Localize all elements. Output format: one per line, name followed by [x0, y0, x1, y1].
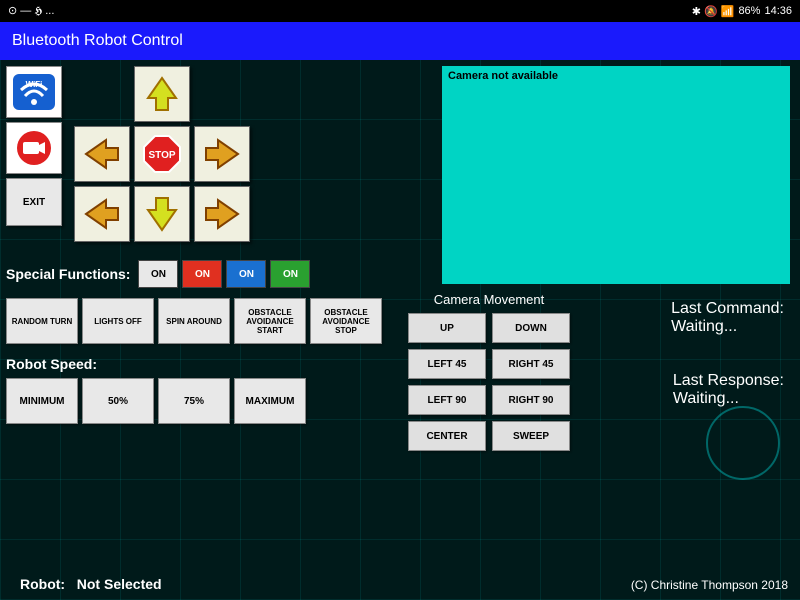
wifi-button[interactable]: WiFi: [6, 66, 62, 118]
record-button[interactable]: [6, 122, 62, 174]
curve-left-button[interactable]: [74, 186, 130, 242]
cam-center-button[interactable]: CENTER: [408, 421, 486, 451]
forward-button[interactable]: [134, 66, 190, 122]
status-bar: ⊙ — 𝕳 ... ✱ 🔕 📶 86% 14:36: [0, 0, 800, 22]
lights-off-button[interactable]: LIGHTS OFF: [82, 298, 154, 344]
copyright: (C) Christine Thompson 2018: [631, 578, 788, 592]
stop-button[interactable]: STOP: [134, 126, 190, 182]
svg-text:STOP: STOP: [148, 150, 175, 161]
clock: 14:36: [764, 5, 792, 17]
spin-around-button[interactable]: SPIN AROUND: [158, 298, 230, 344]
cam-right90-button[interactable]: RIGHT 90: [492, 385, 570, 415]
speed-50-button[interactable]: 50%: [82, 378, 154, 424]
obstacle-avoid-start-button[interactable]: OBSTACLE AVOIDANCE START: [234, 298, 306, 344]
turn-left-button[interactable]: [74, 126, 130, 182]
special-toggle-3[interactable]: ON: [226, 260, 266, 288]
robot-value: Not Selected: [77, 576, 162, 592]
turn-right-button[interactable]: [194, 126, 250, 182]
last-command: Last Command: Waiting...: [671, 300, 784, 336]
special-toggle-2[interactable]: ON: [182, 260, 222, 288]
last-response: Last Response: Waiting...: [673, 372, 784, 408]
app-title: Bluetooth Robot Control: [12, 32, 183, 50]
status-left: ⊙ — 𝕳 ...: [8, 4, 54, 18]
obstacle-avoid-stop-button[interactable]: OBSTACLE AVOIDANCE STOP: [310, 298, 382, 344]
cam-up-button[interactable]: UP: [408, 313, 486, 343]
direction-pad: STOP: [74, 66, 314, 246]
special-functions-label: Special Functions:: [6, 266, 130, 282]
cam-right45-button[interactable]: RIGHT 45: [492, 349, 570, 379]
curve-right-button[interactable]: [194, 186, 250, 242]
special-toggle-1[interactable]: ON: [138, 260, 178, 288]
random-turn-button[interactable]: RANDOM TURN: [6, 298, 78, 344]
cam-left90-button[interactable]: LEFT 90: [408, 385, 486, 415]
svg-text:WiFi: WiFi: [26, 80, 43, 89]
speed-minimum-button[interactable]: MINIMUM: [6, 378, 78, 424]
speed-maximum-button[interactable]: MAXIMUM: [234, 378, 306, 424]
status-icons: ✱ 🔕 📶: [692, 5, 735, 18]
camera-placeholder: Camera not available: [448, 70, 558, 82]
camera-preview: Camera not available: [442, 66, 790, 284]
battery-percent: 86%: [738, 5, 760, 17]
cam-sweep-button[interactable]: SWEEP: [492, 421, 570, 451]
title-bar: Bluetooth Robot Control: [0, 22, 800, 60]
robot-label: Robot:: [20, 576, 65, 592]
backward-button[interactable]: [134, 186, 190, 242]
robot-speed-label: Robot Speed:: [6, 356, 97, 372]
speed-75-button[interactable]: 75%: [158, 378, 230, 424]
special-toggle-4[interactable]: ON: [270, 260, 310, 288]
cam-down-button[interactable]: DOWN: [492, 313, 570, 343]
camera-movement-header: Camera Movement: [408, 292, 570, 307]
exit-button[interactable]: EXIT: [6, 178, 62, 226]
cam-left45-button[interactable]: LEFT 45: [408, 349, 486, 379]
